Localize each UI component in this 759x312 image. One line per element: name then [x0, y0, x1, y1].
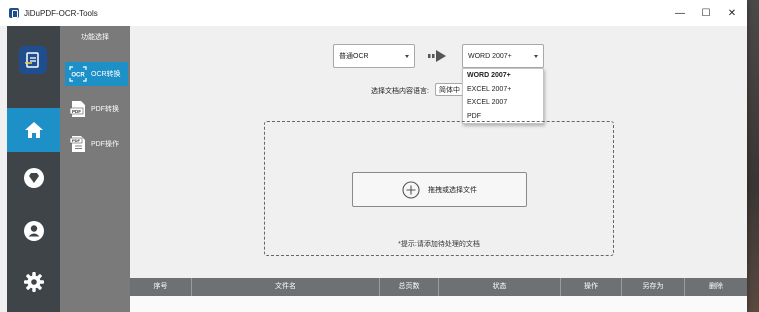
submenu-item-pdf-convert[interactable]: PDF PDF转换 [65, 97, 128, 121]
product-logo-icon [19, 46, 47, 74]
select-file-button[interactable]: 拖拽或选择文件 [352, 172, 527, 207]
output-format-value: WORD 2007+ [468, 52, 512, 60]
convert-arrow-icon [428, 50, 446, 62]
pdf-icon: PDF [69, 100, 87, 118]
submenu-item-label: PDF操作 [91, 141, 119, 148]
close-button[interactable]: ✕ [724, 5, 740, 21]
add-circle-icon [402, 180, 420, 199]
file-table-header: 序号 文件名 总页数 状态 操作 另存为 删除 [130, 278, 747, 296]
nav-home[interactable] [7, 108, 60, 152]
chevron-down-icon [534, 55, 538, 58]
submenu-item-label: PDF转换 [91, 106, 119, 113]
output-format-dropdown: WORD 2007+ EXCEL 2007+ EXCEL 2007 PDF [462, 68, 544, 124]
pdf-operate-icon: PDF [69, 135, 87, 153]
app-window: JiDuPDF-OCR-Tools — ☐ ✕ 功能选择 OCR OCR转换 P… [0, 0, 747, 312]
ocr-mode-value: 普通OCR [339, 53, 369, 60]
language-select[interactable]: 简体中 [435, 83, 465, 96]
column-header-save-as: 另存为 [622, 278, 685, 296]
submenu-item-ocr[interactable]: OCR OCR转换 [65, 62, 128, 86]
column-header-delete: 删除 [709, 283, 723, 290]
chevron-down-icon [405, 55, 409, 58]
ocr-icon: OCR [69, 65, 87, 83]
select-file-label: 拖拽或选择文件 [428, 186, 477, 194]
nav-user[interactable] [7, 209, 60, 253]
submenu-title: 功能选择 [81, 34, 109, 41]
window-title: JiDuPDF-OCR-Tools [24, 9, 98, 18]
svg-text:OCR: OCR [71, 73, 85, 79]
nav-vip[interactable] [7, 156, 60, 200]
submenu-item-label: OCR转换 [91, 71, 121, 78]
column-header-pages: 总页数 [380, 278, 439, 296]
language-value: 简体中 [439, 86, 460, 94]
function-submenu: 功能选择 OCR OCR转换 PDF PDF转换 PDF PDF操作 [60, 26, 130, 312]
vip-diamond-icon [23, 168, 44, 188]
user-icon [23, 221, 44, 241]
submenu-item-pdf-operate[interactable]: PDF PDF操作 [65, 132, 128, 156]
dropdown-option-excel-2007plus[interactable]: EXCEL 2007+ [463, 83, 543, 97]
file-table-body [130, 296, 747, 312]
dropdown-option-excel-2007[interactable]: EXCEL 2007 [463, 96, 543, 110]
nav-settings[interactable] [7, 260, 60, 304]
column-header-status: 状态 [439, 278, 561, 296]
maximize-button[interactable]: ☐ [698, 5, 714, 21]
home-icon [24, 122, 43, 138]
output-format-select[interactable]: WORD 2007+ [462, 44, 544, 68]
title-bar: JiDuPDF-OCR-Tools — ☐ ✕ [0, 0, 747, 26]
column-header-index: 序号 [130, 278, 192, 296]
settings-icon [23, 272, 44, 292]
dropdown-option-word-2007plus[interactable]: WORD 2007+ [463, 69, 543, 83]
column-header-action: 操作 [561, 278, 622, 296]
minimize-button[interactable]: — [672, 5, 688, 21]
svg-text:PDF: PDF [72, 109, 81, 114]
drop-hint: *提示:请添加待处理的文档 [398, 241, 480, 248]
app-logo-icon [9, 8, 19, 18]
ocr-mode-select[interactable]: 普通OCR [333, 44, 415, 68]
main-panel: 普通OCR WORD 2007+ 选择文档内容语言: 简体中 WORD 2007… [130, 26, 747, 312]
main-nav [7, 26, 60, 312]
column-header-filename: 文件名 [192, 278, 380, 296]
language-label: 选择文档内容语言: [371, 88, 429, 95]
svg-text:PDF: PDF [72, 138, 81, 143]
file-drop-zone[interactable]: 拖拽或选择文件 *提示:请添加待处理的文档 [264, 121, 614, 256]
